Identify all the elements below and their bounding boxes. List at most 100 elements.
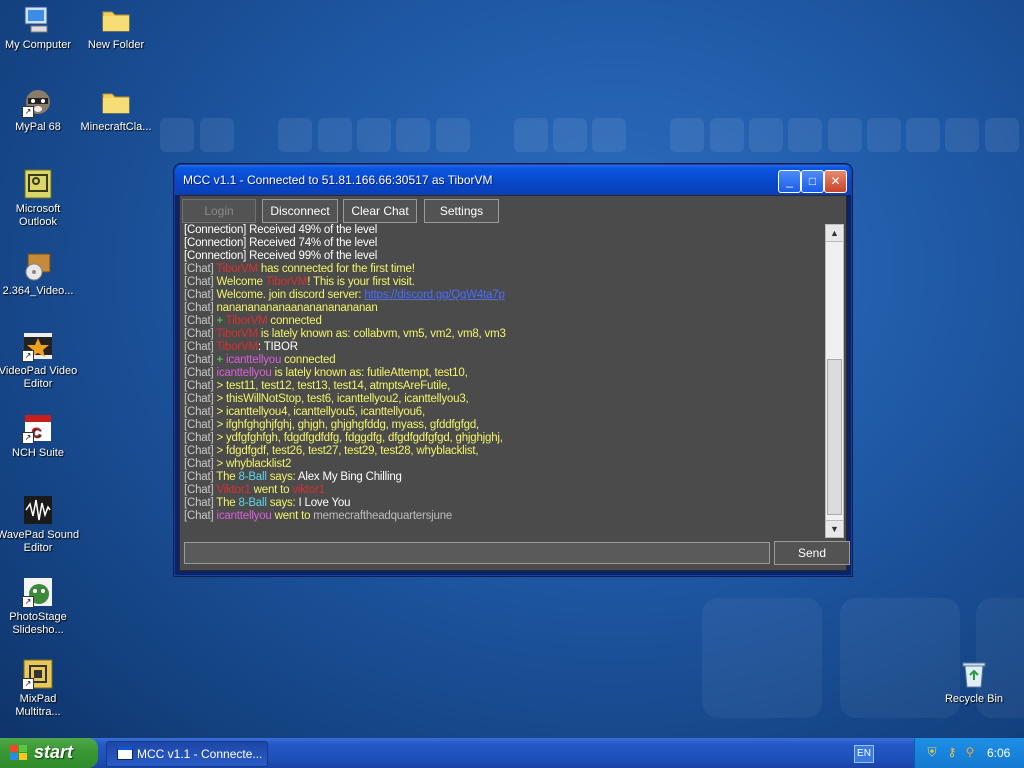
outlook-icon	[22, 168, 54, 200]
scroll-up-arrow-icon[interactable]: ▲	[826, 225, 843, 242]
chat-segment: [Chat]	[184, 263, 217, 275]
desktop-icon-outlook[interactable]: Microsoft Outlook	[0, 168, 80, 229]
desktop-icon-photostage[interactable]: ↗ PhotoStage Slidesho...	[0, 576, 80, 637]
mcc-window: MCC v1.1 - Connected to 51.81.166.66:305…	[174, 164, 852, 576]
chat-segment: [Chat]	[184, 471, 217, 483]
chat-segment: [Chat]	[184, 380, 217, 392]
chat-input[interactable]	[184, 542, 770, 564]
window-title: MCC v1.1 - Connected to 51.81.166.66:305…	[183, 173, 493, 187]
desktop-icon-nch-suite[interactable]: C ↗ NCH Suite	[0, 412, 80, 460]
chat-segment: [Chat]	[184, 276, 217, 288]
chat-link[interactable]: https://discord.gg/QqW4ta7p	[364, 289, 505, 301]
chat-segment: [Chat]	[184, 419, 217, 431]
settings-button[interactable]: Settings	[424, 199, 499, 223]
start-button[interactable]: start	[0, 738, 98, 768]
chat-segment: has connected for the first time!	[257, 263, 415, 275]
chat-segment: [Chat]	[184, 510, 217, 522]
chat-line: [Chat] The 8-Ball says: Alex My Bing Chi…	[184, 471, 830, 484]
taskbar: start MCC v1.1 - Connecte... EN ⛨ ⚷ ⚲ 6:…	[0, 738, 1024, 768]
chat-line: [Chat] The 8-Ball says: I Love You	[184, 497, 830, 510]
login-button[interactable]: Login	[182, 199, 256, 223]
chat-line: [Chat] > thisWillNotStop, test6, icantte…	[184, 393, 830, 406]
clear-chat-button[interactable]: Clear Chat	[343, 199, 417, 223]
chat-segment: > whyblacklist2	[216, 458, 292, 470]
chat-line: [Chat] > ifghfghghjfghj, ghjgh, ghjghgfd…	[184, 419, 830, 432]
desktop-icon-mixpad[interactable]: ↗ MixPad Multitra...	[0, 658, 80, 719]
chat-segment: icanttellyou	[216, 510, 272, 522]
chat-line: [Chat] TiborVM is lately known as: colla…	[184, 328, 830, 341]
chat-segment: memecraftheadquartersjune	[313, 510, 453, 522]
maximize-icon: □	[808, 174, 817, 188]
desktop-icon-my-computer[interactable]: My Computer	[0, 4, 80, 52]
desktop-icon-video-installer[interactable]: 2.364_Video...	[0, 250, 80, 298]
chat-segment: > ifghfghghjfghj, ghjgh, ghjghgfddg, mya…	[216, 419, 480, 431]
chat-segment: connected	[267, 315, 322, 327]
chat-segment: > ydfgfghfgh, fdgdfgdfdfg, fdggdfg, dfgd…	[216, 432, 503, 444]
chat-segment: [Chat]	[184, 328, 217, 340]
scroll-down-arrow-icon[interactable]: ▼	[826, 520, 843, 537]
desktop-icon-minecraft-folder[interactable]: MinecraftCla...	[74, 86, 158, 134]
window-client: Login Disconnect Clear Chat Settings [Co…	[179, 195, 850, 571]
window-titlebar[interactable]: MCC v1.1 - Connected to 51.81.166.66:305…	[175, 165, 851, 195]
chat-segment: The	[216, 497, 239, 509]
search-icon[interactable]: ⚲	[963, 745, 977, 759]
close-button[interactable]: ✕	[824, 170, 847, 193]
chat-segment: +	[216, 354, 226, 366]
chat-segment: Welcome. join discord server:	[216, 289, 365, 301]
chat-segment: is lately known as: collabvm, vm5, vm2, …	[257, 328, 506, 340]
desktop-icon-mypal[interactable]: ↗ MyPal 68	[0, 86, 80, 134]
language-indicator[interactable]: EN	[854, 745, 874, 763]
chat-segment: [Chat]	[184, 458, 217, 470]
send-button[interactable]: Send	[774, 541, 850, 565]
chat-line: [Chat] TiborVM: TIBOR	[184, 341, 830, 354]
windows-logo-icon	[10, 745, 28, 761]
chat-line: [Chat] nanananananaananananananan	[184, 302, 830, 315]
chat-segment: went to	[250, 484, 293, 496]
shield-icon[interactable]: ⛨	[925, 745, 939, 759]
chat-line: [Chat] icanttellyou is lately known as: …	[184, 367, 830, 380]
chat-line: [Chat] + TiborVM connected	[184, 315, 830, 328]
maximize-button[interactable]: □	[801, 170, 824, 193]
chat-line: [Chat] icanttellyou went to memecrafthea…	[184, 510, 830, 523]
clock: 6:06	[987, 746, 1011, 760]
disconnect-button[interactable]: Disconnect	[262, 199, 338, 223]
chat-segment: ! This is your first visit.	[307, 276, 415, 288]
key-icon[interactable]: ⚷	[945, 745, 959, 759]
desktop-icon-recycle-bin[interactable]: Recycle Bin	[932, 658, 1016, 706]
system-tray: ⛨ ⚷ ⚲ 6:06	[914, 738, 1024, 768]
chat-segment: [Connection] Received 74% of the level	[184, 237, 378, 249]
desktop-icon-new-folder[interactable]: New Folder	[74, 4, 158, 52]
chat-line: [Chat] Welcome. join discord server: htt…	[184, 289, 830, 302]
start-label: start	[34, 742, 74, 762]
minimize-icon: _	[786, 174, 793, 188]
chat-segment: [Chat]	[184, 393, 217, 405]
chat-segment: went to	[271, 510, 314, 522]
chat-line: [Chat] > icanttellyou4, icanttellyou5, i…	[184, 406, 830, 419]
desktop-icon-wavepad[interactable]: WavePad Sound Editor	[0, 494, 80, 555]
chat-segment: Viktor1	[216, 484, 251, 496]
chat-segment: [Chat]	[184, 406, 217, 418]
chat-segment: nanananananaananananananan	[216, 302, 378, 314]
chat-scrollbar[interactable]: ▲ ▼	[825, 224, 844, 538]
chat-segment: says:	[266, 497, 299, 509]
taskbar-item-mcc[interactable]: MCC v1.1 - Connecte...	[106, 741, 268, 767]
nch-icon: C ↗	[22, 412, 54, 444]
chat-segment: 8-Ball	[238, 471, 267, 483]
minimize-button[interactable]: _	[778, 170, 801, 193]
close-icon: ✕	[830, 174, 841, 188]
chat-line: [Chat] > test11, test12, test13, test14,…	[184, 380, 830, 393]
scroll-thumb[interactable]	[827, 359, 842, 515]
chat-log[interactable]: [Connection] Received 49% of the level [C…	[184, 224, 830, 534]
chat-segment: TiborVM	[225, 315, 268, 327]
chat-segment: > test11, test12, test13, test14, atmpts…	[216, 380, 451, 392]
chat-segment: [Chat]	[184, 367, 217, 379]
chat-segment: [Chat]	[184, 497, 217, 509]
chat-segment: [Chat]	[184, 315, 217, 327]
chat-segment: +	[216, 315, 226, 327]
chat-line: [Chat] + icanttellyou connected	[184, 354, 830, 367]
raccoon-icon: ↗	[22, 86, 54, 118]
desktop-icon-videopad[interactable]: ↗ VideoPad Video Editor	[0, 330, 80, 391]
chat-line: [Chat] Welcome TiborVM! This is your fir…	[184, 276, 830, 289]
chat-segment: TiborVM	[265, 276, 308, 288]
installer-icon	[22, 250, 54, 282]
